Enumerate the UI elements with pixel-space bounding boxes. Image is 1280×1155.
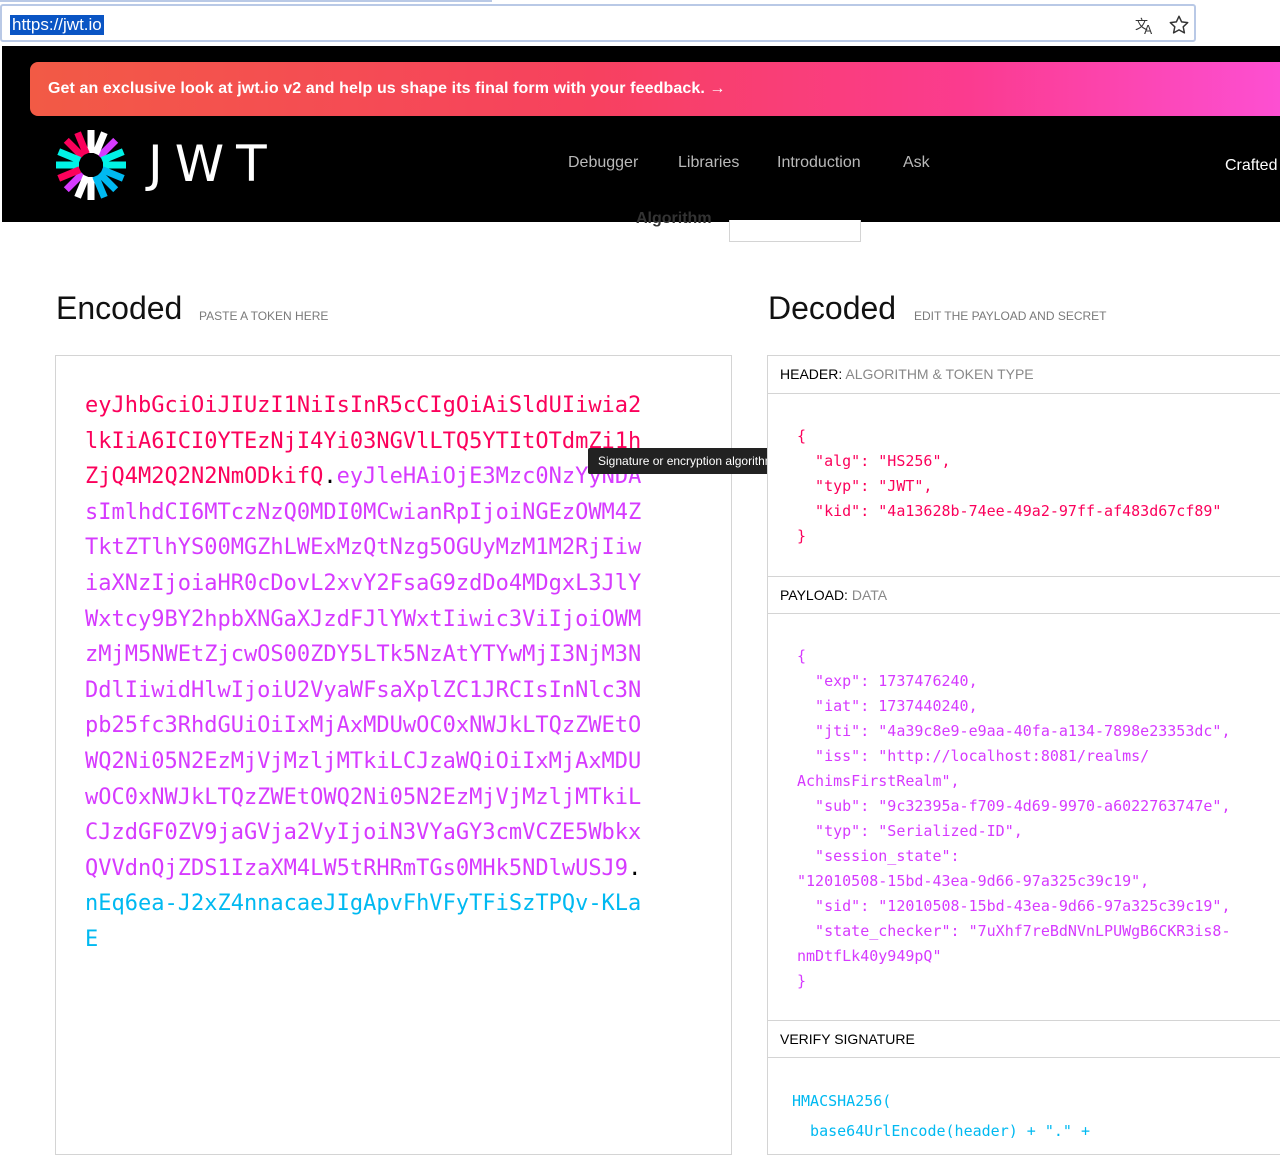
- algorithm-select[interactable]: [729, 220, 861, 242]
- decoded-title: Decoded: [768, 290, 897, 326]
- jwt-logo-icon[interactable]: [54, 128, 128, 202]
- banner-text[interactable]: Get an exclusive look at jwt.io v2 and h…: [48, 80, 726, 98]
- verify-section-title: VERIFY SIGNATURE: [768, 1020, 1280, 1058]
- verify-signature-code[interactable]: HMACSHA256( base64UrlEncode(header) + ".…: [792, 1086, 1090, 1146]
- encoded-token-text[interactable]: eyJhbGciOiJIUzI1NiIsInR5cCIgOiAiSldUIiwi…: [85, 388, 645, 958]
- token-separator: .: [628, 855, 642, 881]
- logo-wordmark[interactable]: JWT: [148, 134, 279, 194]
- url-text[interactable]: https://jwt.io: [10, 15, 104, 35]
- arrow-right-icon: →: [709, 80, 726, 97]
- browser-toolbar: https://jwt.io 文A: [0, 0, 1280, 46]
- svg-text:A: A: [1144, 23, 1153, 36]
- star-icon[interactable]: [1168, 14, 1190, 36]
- crafted-by-link[interactable]: Crafted: [1225, 157, 1277, 175]
- address-bar[interactable]: https://jwt.io 文A: [0, 4, 1196, 42]
- decoded-panel: HEADER: ALGORITHM & TOKEN TYPE { "alg": …: [767, 355, 1280, 1155]
- payload-json-editor[interactable]: { "exp": 1737476240, "iat": 1737440240, …: [797, 644, 1280, 994]
- header-section-title: HEADER: ALGORITHM & TOKEN TYPE: [768, 356, 1280, 394]
- payload-section-title: PAYLOAD: DATA: [768, 576, 1280, 614]
- nav-libraries[interactable]: Libraries: [678, 154, 739, 172]
- encoded-token-editor[interactable]: eyJhbGciOiJIUzI1NiIsInR5cCIgOiAiSldUIiwi…: [55, 355, 732, 1155]
- algorithm-tooltip: Signature or encryption algorithm: [588, 448, 793, 474]
- site-header: Get an exclusive look at jwt.io v2 and h…: [2, 46, 1280, 222]
- encoded-title: Encoded: [56, 290, 183, 326]
- translate-icon[interactable]: 文A: [1134, 14, 1156, 37]
- nav-debugger[interactable]: Debugger: [568, 154, 638, 172]
- token-payload-part[interactable]: eyJleHAiOjE3Mzc0NzYyNDAsImlhdCI6MTczNzQ0…: [85, 464, 641, 881]
- algorithm-label: Algorithm: [636, 210, 712, 227]
- nav-ask[interactable]: Ask: [903, 154, 930, 172]
- feedback-banner[interactable]: Get an exclusive look at jwt.io v2 and h…: [30, 62, 1280, 116]
- token-signature-part[interactable]: nEq6ea-J2xZ4nnacaeJIgApvFhVFyTFiSzTPQv-K…: [85, 891, 641, 952]
- decoded-subtitle: EDIT THE PAYLOAD AND SECRET: [914, 309, 1107, 323]
- token-separator: .: [323, 464, 337, 490]
- tab-indicator: [0, 0, 492, 2]
- header-json-editor[interactable]: { "alg": "HS256", "typ": "JWT", "kid": "…: [797, 424, 1280, 549]
- nav-introduction[interactable]: Introduction: [777, 154, 861, 172]
- encoded-subtitle: PASTE A TOKEN HERE: [199, 309, 329, 323]
